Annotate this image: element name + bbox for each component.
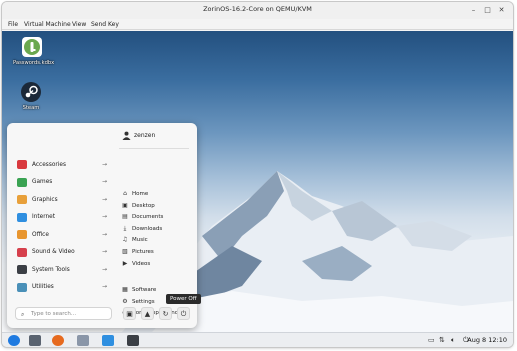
category-label: Utilities	[32, 284, 54, 290]
utilities-icon	[17, 282, 27, 292]
chevron-right-icon: →	[101, 248, 107, 255]
chevron-right-icon: →	[101, 213, 107, 220]
internet-icon	[17, 212, 27, 222]
settings-icon: ⚙	[122, 297, 128, 305]
category-games[interactable]: Games →	[17, 177, 107, 190]
place-label: Videos	[132, 260, 151, 267]
category-utilities[interactable]: Utilities →	[17, 282, 107, 295]
pictures-icon: ▧	[122, 248, 128, 255]
power-off-button[interactable]: ⏻	[177, 307, 190, 320]
category-label: Office	[32, 231, 49, 238]
search-placeholder: Type to search...	[31, 311, 77, 317]
link-label: Zorin Appearance	[132, 310, 182, 317]
menu-file[interactable]: File	[8, 21, 18, 28]
desktop-icon-label: Steam	[22, 105, 40, 111]
chevron-right-icon: →	[101, 230, 107, 238]
search-icon: ⌕	[21, 310, 25, 318]
firefox-icon[interactable]	[52, 335, 64, 346]
category-label: System Tools	[32, 266, 70, 273]
place-label: Documents	[132, 214, 164, 221]
menu-divider	[119, 148, 189, 149]
sound-video-icon	[17, 247, 27, 257]
software-icon: ▦	[122, 286, 128, 293]
system-tools-icon	[17, 265, 27, 274]
screenshot-button[interactable]: ▣	[123, 307, 136, 320]
files-icon[interactable]	[77, 335, 89, 346]
place-label: Pictures	[132, 249, 154, 255]
terminal-icon[interactable]	[127, 335, 139, 346]
show-desktop-icon[interactable]	[29, 335, 41, 346]
taskbar: ▭ ⇅ 🔈︎ ⏻ Aug 8 12:10	[2, 332, 513, 347]
guest-desktop[interactable]: Passwords.kdbx Steam Accessories → Games → G…	[2, 31, 513, 332]
title-bar[interactable]: ZorinOS-16.2-Core on QEMU/KVM – □ ✕	[2, 2, 513, 19]
keepass-icon	[21, 36, 43, 58]
power-off-tooltip: Power Off	[166, 294, 201, 304]
window-title: ZorinOS-16.2-Core on QEMU/KVM	[203, 5, 312, 13]
chevron-right-icon: →	[101, 283, 107, 290]
category-office[interactable]: Office →	[17, 230, 107, 242]
screenshot-icon: ▣	[126, 310, 133, 318]
category-label: Accessories	[32, 161, 66, 168]
menu-view[interactable]: View	[72, 21, 86, 28]
graphics-icon	[17, 195, 27, 204]
menu-virtual-machine[interactable]: Virtual Machine	[24, 21, 71, 28]
link-label: Software	[132, 287, 157, 293]
menu-bar: File Virtual Machine View Send Key	[2, 19, 513, 30]
category-graphics[interactable]: Graphics →	[17, 195, 107, 207]
category-internet[interactable]: Internet →	[17, 212, 107, 225]
videos-icon: ▶	[122, 259, 128, 267]
user-name: zenzen	[134, 132, 156, 139]
menu-send-key[interactable]: Send Key	[91, 21, 119, 28]
maximize-button[interactable]: □	[482, 5, 493, 15]
lock-icon: ▲	[144, 310, 151, 318]
chevron-right-icon: →	[101, 178, 107, 185]
place-label: Downloads	[132, 225, 163, 232]
desktop-icon-passwords[interactable]: Passwords.kdbx	[13, 36, 55, 66]
category-label: Games	[32, 179, 53, 185]
home-icon: ⌂	[123, 190, 127, 197]
category-system-tools[interactable]: System Tools →	[17, 265, 107, 277]
user-icon	[122, 131, 131, 140]
power-icon: ⏻	[180, 310, 187, 318]
games-icon	[17, 177, 27, 187]
minimize-button[interactable]: –	[468, 5, 479, 15]
documents-icon: ▤	[122, 213, 128, 221]
screen-icon[interactable]: ▭	[428, 335, 435, 346]
chevron-right-icon: →	[101, 160, 107, 168]
office-icon	[17, 230, 27, 239]
desktop-icon-steam[interactable]: Steam	[12, 81, 50, 111]
software-store-icon[interactable]	[102, 335, 114, 346]
place-label: Home	[132, 191, 149, 197]
restart-icon: ↻	[162, 310, 169, 318]
place-label: Music	[132, 237, 148, 244]
chevron-right-icon: →	[101, 265, 107, 273]
lock-button[interactable]: ▲	[141, 307, 154, 320]
place-label: Desktop	[132, 202, 155, 209]
vm-window: ZorinOS-16.2-Core on QEMU/KVM – □ ✕ File…	[2, 2, 513, 347]
volume-icon[interactable]: 🔈︎	[451, 335, 455, 346]
zorin-logo-icon[interactable]	[8, 335, 20, 346]
desktop-icon: ▣	[122, 201, 128, 209]
chevron-right-icon: →	[101, 195, 107, 203]
accessories-icon	[17, 160, 27, 169]
close-button[interactable]: ✕	[496, 5, 507, 15]
category-label: Internet	[32, 214, 56, 220]
category-label: Sound & Video	[32, 249, 75, 255]
downloads-icon: ⤓	[123, 224, 127, 232]
link-label: Settings	[132, 298, 155, 305]
restart-button[interactable]: ↻	[159, 307, 172, 320]
category-accessories[interactable]: Accessories →	[17, 160, 107, 172]
music-icon: ♫	[122, 236, 128, 244]
network-icon[interactable]: ⇅	[439, 335, 445, 346]
desktop-icon-label: Passwords.kdbx	[13, 60, 55, 66]
category-sound-video[interactable]: Sound & Video →	[17, 247, 107, 260]
category-label: Graphics	[32, 196, 58, 203]
clock[interactable]: Aug 8 12:10	[467, 336, 507, 344]
steam-icon	[20, 81, 42, 103]
search-field[interactable]: ⌕ Type to search...	[15, 307, 112, 320]
